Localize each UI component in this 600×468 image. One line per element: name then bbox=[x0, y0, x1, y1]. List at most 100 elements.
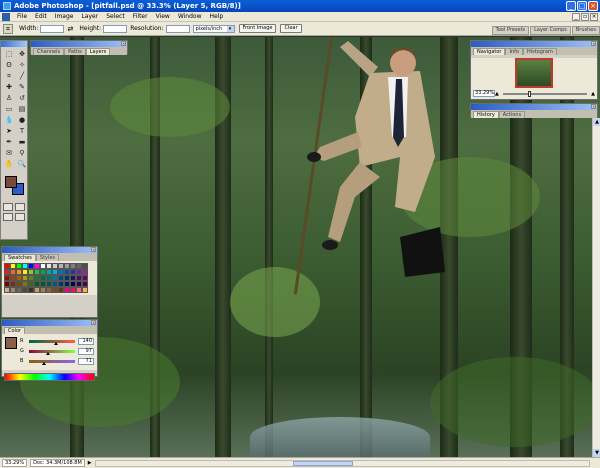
foreground-color-swatch[interactable] bbox=[5, 176, 17, 188]
close-icon[interactable]: × bbox=[121, 41, 126, 46]
close-icon[interactable]: × bbox=[91, 320, 96, 325]
navigator-zoom-slider[interactable] bbox=[502, 90, 588, 97]
channel-value-field[interactable]: 97 bbox=[78, 347, 94, 355]
channel-slider[interactable] bbox=[29, 339, 75, 345]
quick-mask-mode-button[interactable] bbox=[15, 203, 25, 211]
document-icon[interactable] bbox=[2, 12, 10, 21]
menu-filter[interactable]: Filter bbox=[129, 13, 152, 20]
swap-dimensions-icon[interactable]: ⇄ bbox=[67, 25, 73, 33]
standard-mode-button[interactable] bbox=[3, 203, 13, 211]
eyedropper-tool-icon[interactable]: ⚲ bbox=[16, 148, 28, 158]
tab-color[interactable]: Color bbox=[4, 327, 26, 334]
menu-window[interactable]: Window bbox=[174, 13, 206, 20]
gradient-tool-icon[interactable]: ▤ bbox=[16, 104, 28, 114]
shape-tool-icon[interactable]: ▬ bbox=[16, 137, 28, 147]
zoom-tool-icon[interactable]: 🔍 bbox=[16, 159, 28, 169]
dodge-tool-icon[interactable]: ● bbox=[16, 115, 28, 125]
menu-select[interactable]: Select bbox=[102, 13, 129, 20]
standard-screen-button[interactable] bbox=[3, 213, 13, 221]
channel-slider[interactable] bbox=[29, 359, 75, 365]
tab-actions[interactable]: Actions bbox=[498, 111, 526, 118]
document-size-info[interactable]: Doc: 34.3M/108.8M bbox=[30, 459, 85, 467]
tab-histogram[interactable]: Histogram bbox=[522, 48, 557, 55]
menu-image[interactable]: Image bbox=[51, 13, 78, 20]
channel-value-field[interactable]: 140 bbox=[78, 337, 94, 345]
eraser-tool-icon[interactable]: ▭ bbox=[3, 104, 15, 114]
tab-layer-comps[interactable]: Layer Comps bbox=[530, 26, 571, 35]
doc-close-button[interactable]: × bbox=[590, 13, 598, 21]
full-screen-button[interactable] bbox=[15, 213, 25, 221]
color-swatch[interactable] bbox=[82, 287, 88, 293]
tab-history[interactable]: History bbox=[473, 111, 499, 118]
zoom-level-field[interactable]: 33.29% bbox=[2, 459, 28, 467]
slider-handle[interactable] bbox=[54, 341, 59, 345]
navigator-palette-titlebar[interactable]: × bbox=[471, 41, 597, 47]
tab-brushes[interactable]: Brushes bbox=[571, 26, 600, 35]
clone-stamp-tool-icon[interactable]: ♙ bbox=[3, 93, 15, 103]
healing-brush-tool-icon[interactable]: ✚ bbox=[3, 82, 15, 92]
front-image-button[interactable]: Front Image bbox=[238, 24, 277, 33]
height-input[interactable] bbox=[103, 24, 128, 33]
horizontal-scrollbar[interactable] bbox=[94, 459, 590, 467]
tab-navigator[interactable]: Navigator bbox=[473, 48, 506, 55]
channel-value-field[interactable]: 71 bbox=[78, 357, 94, 365]
menu-layer[interactable]: Layer bbox=[77, 13, 102, 20]
close-icon[interactable]: × bbox=[91, 247, 96, 252]
minimize-button[interactable]: _ bbox=[566, 1, 576, 11]
zoom-in-icon[interactable]: ▲ bbox=[591, 91, 595, 97]
menu-help[interactable]: Help bbox=[206, 13, 228, 20]
close-button[interactable]: × bbox=[588, 1, 598, 11]
path-selection-tool-icon[interactable]: ➤ bbox=[3, 126, 15, 136]
slider-handle[interactable] bbox=[46, 351, 51, 355]
slice-tool-icon[interactable]: ╱ bbox=[16, 71, 28, 81]
slider-handle[interactable] bbox=[41, 361, 46, 365]
navigator-zoom-field[interactable]: 33.29% bbox=[473, 90, 495, 97]
resolution-input[interactable] bbox=[165, 24, 190, 33]
resolution-unit-select[interactable]: pixels/inch ▾ bbox=[192, 24, 235, 33]
tab-info[interactable]: Info bbox=[505, 48, 523, 55]
close-icon[interactable]: × bbox=[591, 41, 596, 46]
clear-button[interactable]: Clear bbox=[280, 24, 302, 33]
maximize-button[interactable]: □ bbox=[577, 1, 587, 11]
lasso-tool-icon[interactable]: ʘ bbox=[3, 60, 15, 70]
color-foreground-swatch[interactable] bbox=[5, 337, 17, 349]
tab-swatches[interactable]: Swatches bbox=[4, 254, 36, 261]
crop-tool-icon[interactable]: ⌗ bbox=[3, 71, 15, 81]
slider-handle[interactable] bbox=[528, 90, 532, 97]
swatches-palette-titlebar[interactable]: × bbox=[2, 247, 97, 253]
channel-slider[interactable] bbox=[29, 349, 75, 355]
tab-styles[interactable]: Styles bbox=[35, 254, 60, 261]
tab-channels[interactable]: Channels bbox=[33, 48, 65, 55]
hand-tool-icon[interactable]: ✋ bbox=[3, 159, 15, 169]
vertical-scrollbar[interactable]: ▲ ▼ bbox=[592, 118, 600, 457]
scroll-thumb[interactable] bbox=[292, 460, 353, 466]
doc-restore-button[interactable]: ▫ bbox=[581, 13, 589, 21]
layers-palette-titlebar[interactable]: × bbox=[31, 41, 127, 47]
marquee-tool-icon[interactable]: ⬚ bbox=[3, 49, 15, 59]
menu-edit[interactable]: Edit bbox=[31, 13, 51, 20]
move-tool-icon[interactable]: ✥ bbox=[16, 49, 28, 59]
scroll-up-icon[interactable]: ▲ bbox=[593, 118, 600, 126]
magic-wand-tool-icon[interactable]: ✧ bbox=[16, 60, 28, 70]
notes-tool-icon[interactable]: ✉ bbox=[3, 148, 15, 158]
type-tool-icon[interactable]: T bbox=[16, 126, 28, 136]
color-spectrum-ramp[interactable] bbox=[4, 373, 95, 381]
menu-file[interactable]: File bbox=[13, 13, 31, 20]
tab-tool-presets[interactable]: Tool Presets bbox=[491, 26, 530, 35]
tab-paths[interactable]: Paths bbox=[64, 48, 86, 55]
doc-minimize-button[interactable]: _ bbox=[572, 13, 580, 21]
pen-tool-icon[interactable]: ✒ bbox=[3, 137, 15, 147]
history-brush-tool-icon[interactable]: ↺ bbox=[16, 93, 28, 103]
crop-tool-icon[interactable]: ⌗ bbox=[3, 23, 13, 34]
brush-tool-icon[interactable]: ✎ bbox=[16, 82, 28, 92]
tab-layers[interactable]: Layers bbox=[85, 48, 111, 55]
color-palette-titlebar[interactable]: × bbox=[2, 320, 97, 326]
navigator-thumbnail[interactable] bbox=[515, 58, 553, 88]
width-input[interactable] bbox=[40, 24, 65, 33]
blur-tool-icon[interactable]: 💧 bbox=[3, 115, 15, 125]
menu-view[interactable]: View bbox=[152, 13, 174, 20]
history-palette-titlebar[interactable]: × bbox=[471, 104, 597, 110]
info-arrow-icon[interactable]: ▶ bbox=[88, 460, 92, 466]
close-icon[interactable]: × bbox=[591, 104, 596, 109]
zoom-out-icon[interactable]: ▲ bbox=[495, 91, 499, 97]
